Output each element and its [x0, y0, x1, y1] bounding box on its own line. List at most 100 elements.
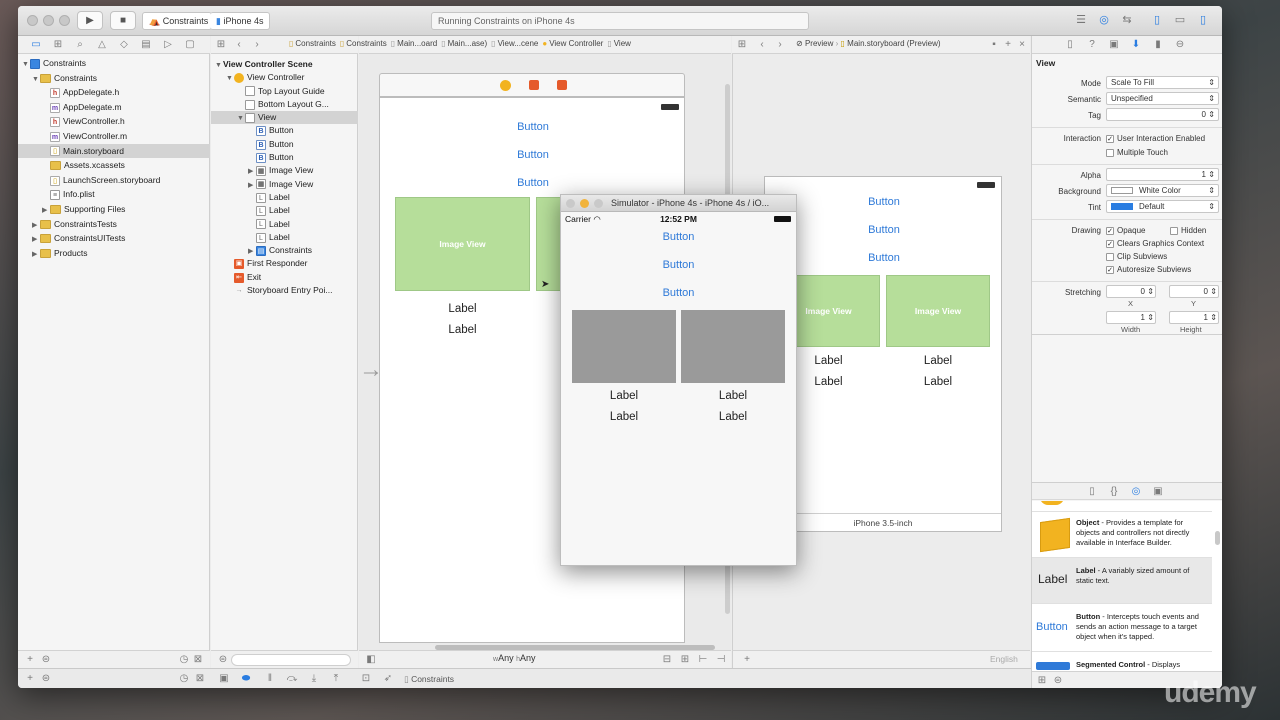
debug-icon[interactable]: ▤	[138, 38, 154, 52]
simulator-minimize-button[interactable]	[580, 199, 589, 208]
breakpoint-icon[interactable]: ▷	[160, 38, 176, 52]
canvas-button-2[interactable]: Button	[380, 149, 686, 161]
step-out-icon[interactable]: ⤒	[328, 672, 344, 686]
autoresize-checkbox[interactable]: ✓ Autoresize Subviews	[1106, 262, 1191, 278]
file-inspector-icon[interactable]: ▯	[1062, 38, 1078, 52]
view-controller-icon[interactable]	[500, 80, 511, 91]
mode-select[interactable]: Scale To Fill ⇕	[1106, 76, 1219, 89]
breakpoints-toggle-icon[interactable]: ⬬	[238, 672, 254, 686]
stepper-icon[interactable]: ⇕	[1208, 169, 1215, 180]
jump-bar-item[interactable]: ▯ View...cene	[491, 39, 538, 48]
step-in-icon[interactable]: ⤓	[306, 672, 322, 686]
stop-button[interactable]: ■	[110, 11, 136, 30]
outline-item[interactable]: ▣ First Responder	[211, 257, 358, 270]
debug-toggle-icon[interactable]: ▭	[1171, 13, 1189, 28]
grid-view-icon[interactable]: ⊞	[1034, 674, 1050, 688]
related-items-icon[interactable]: ⊞	[213, 38, 229, 52]
simulator-button-2[interactable]: Button	[561, 259, 796, 271]
stretch-x-field[interactable]: 0 ⇕	[1106, 285, 1156, 298]
recent-icon[interactable]: ◷	[176, 672, 192, 686]
toggle-outline-icon[interactable]: ◧	[363, 653, 379, 667]
library-item-button[interactable]: Button Button - Intercepts touch events …	[1032, 603, 1212, 651]
stretch-y-field[interactable]: 0 ⇕	[1169, 285, 1219, 298]
outline-item[interactable]: ▶ ▤ Constraints	[211, 244, 358, 257]
add-device-icon[interactable]: +	[739, 653, 755, 667]
symbol-icon[interactable]: ⊞	[50, 38, 66, 52]
pause-icon[interactable]: ‖	[262, 672, 278, 686]
debug-target[interactable]: ▯ Constraints	[404, 674, 454, 685]
version-editor-icon[interactable]: ⇆	[1118, 13, 1136, 28]
stepper-icon[interactable]: ⇕	[1208, 109, 1215, 120]
navigator-item[interactable]: ▶ Products	[18, 246, 210, 261]
simulator-close-button[interactable]	[566, 199, 575, 208]
preview-jump-1[interactable]: Preview	[805, 39, 833, 48]
navigator-item[interactable]: m AppDelegate.m	[18, 100, 210, 115]
outline-item[interactable]: ▼ View	[211, 111, 358, 125]
simulator-button-1[interactable]: Button	[561, 231, 796, 243]
zoom-window-button[interactable]	[59, 15, 70, 26]
related-items-icon[interactable]: ⊞	[734, 38, 750, 52]
warning-icon[interactable]: △	[94, 38, 110, 52]
navigator-item[interactable]: ▶ ConstraintsUITests	[18, 231, 210, 246]
scm-icon[interactable]: ⊠	[192, 672, 208, 686]
minimize-window-button[interactable]	[43, 15, 54, 26]
close-assistant-icon[interactable]: ×	[1014, 38, 1030, 52]
navigator-item[interactable]: ▶ ConstraintsTests	[18, 217, 210, 232]
location-icon[interactable]: ➶	[380, 672, 396, 686]
outline-item[interactable]: ⇤ Exit	[211, 271, 358, 284]
tint-select[interactable]: Default ⇕	[1106, 200, 1219, 213]
standard-editor-icon[interactable]: ☰	[1072, 13, 1090, 28]
alpha-field[interactable]: 1 ⇕	[1106, 168, 1219, 181]
canvas-label-1[interactable]: Label	[395, 303, 530, 315]
multiple-touch-checkbox[interactable]: Multiple Touch	[1106, 145, 1168, 161]
canvas-label-2[interactable]: Label	[395, 324, 530, 336]
resolve-icon[interactable]: ⊣	[713, 653, 729, 667]
size-class-control[interactable]: wAny hAny	[493, 653, 536, 663]
identity-icon[interactable]: ▣	[1106, 38, 1122, 52]
outline-item[interactable]: B Button	[211, 151, 358, 164]
navigator-toggle-icon[interactable]: ▯	[1148, 13, 1166, 28]
preview-language[interactable]: English	[990, 654, 1018, 664]
attributes-inspector-icon[interactable]: ⬇	[1128, 38, 1144, 52]
navigator-item[interactable]: h ViewController.h	[18, 114, 210, 129]
simulator-button-3[interactable]: Button	[561, 287, 796, 299]
filter-icon[interactable]: ⊜	[38, 672, 54, 686]
outline-item[interactable]: L Label	[211, 204, 358, 217]
code-snippet-icon[interactable]: {}	[1106, 485, 1122, 499]
media-library-icon[interactable]: ▣	[1150, 485, 1166, 499]
jump-bar-item[interactable]: ▯ Constraints	[289, 39, 336, 48]
hide-debug-icon[interactable]: ▣	[216, 672, 232, 686]
filter-icon[interactable]: ⊜	[38, 653, 54, 667]
help-icon[interactable]: ?	[1084, 38, 1100, 52]
navigator-item[interactable]: ▼ Constraints	[18, 71, 210, 86]
jump-bar-item[interactable]: ▯ View	[607, 39, 631, 48]
step-over-icon[interactable]: ⤼	[284, 672, 300, 686]
pin-icon[interactable]: ⊢	[695, 653, 711, 667]
stretch-width-field[interactable]: 1 ⇕	[1106, 311, 1156, 324]
canvas-button-3[interactable]: Button	[380, 177, 686, 189]
preview-device-name[interactable]: iPhone 3.5-inch	[765, 513, 1001, 531]
outline-item[interactable]: B Button	[211, 124, 358, 137]
library-scrollbar[interactable]	[1215, 531, 1220, 545]
jump-bar-item[interactable]: ▯ Main...ase)	[441, 39, 487, 48]
forward-icon[interactable]: ›	[772, 38, 788, 52]
search-icon[interactable]: ⌕	[72, 38, 88, 52]
outline-filter-input[interactable]	[231, 654, 351, 666]
navigator-item[interactable]: ▯ LaunchScreen.storyboard	[18, 173, 210, 188]
object-library-icon[interactable]: ◎	[1128, 485, 1144, 499]
navigator-item[interactable]: h AppDelegate.h	[18, 85, 210, 100]
connections-icon[interactable]: ⊖	[1172, 38, 1188, 52]
outline-item[interactable]: Bottom Layout G...	[211, 98, 358, 111]
navigator-item[interactable]: ≡ Info.plist	[18, 187, 210, 202]
stretch-height-field[interactable]: 1 ⇕	[1169, 311, 1219, 324]
stack-icon[interactable]: ⊟	[659, 653, 675, 667]
simulator-screen[interactable]: Carrier ◠ 12:52 PM Button Button Button …	[561, 212, 796, 565]
assistant-editor-icon[interactable]: ◎	[1095, 13, 1113, 28]
add-icon[interactable]: +	[22, 653, 38, 667]
outline-item[interactable]: ▼View Controller Scene	[211, 58, 358, 71]
navigator-item[interactable]: Assets.xcassets	[18, 158, 210, 173]
disclosure-closed-icon[interactable]: ▶	[248, 165, 256, 178]
outline-item[interactable]: ▼ View Controller	[211, 71, 358, 84]
disclosure-open-icon[interactable]: ▼	[226, 72, 234, 85]
run-button[interactable]: ▶	[77, 11, 103, 30]
